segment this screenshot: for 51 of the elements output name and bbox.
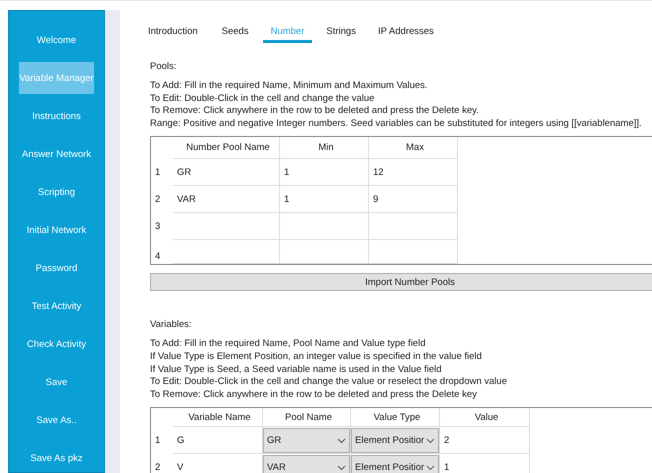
- instruction-text: To Edit: Double-Click in the cell and change the value: [150, 92, 376, 106]
- table-cell[interactable]: 1: [280, 186, 369, 214]
- tab[interactable]: Introduction: [140, 24, 206, 43]
- row-number: 1: [155, 435, 160, 446]
- chevron-down-icon: [337, 464, 346, 471]
- column-header: Pool Name: [263, 408, 351, 428]
- table-cell[interactable]: 2: [440, 427, 530, 454]
- row-number: 2: [155, 462, 160, 473]
- pool-dropdown[interactable]: VAR: [263, 455, 350, 473]
- value-type-dropdown[interactable]: Element Positior: [351, 428, 439, 454]
- instruction-text: To Remove: Click anywhere in the row to be deleted and press the Delete key.: [150, 105, 480, 118]
- table-cell[interactable]: [173, 213, 280, 240]
- column-header: Value Type: [351, 408, 440, 428]
- table-cell[interactable]: [280, 240, 369, 264]
- instruction-text: Range: Positive and negative Integer numbers. Seed variables can be substituted for integers using [[variablename]].: [150, 118, 643, 130]
- instruction-text: If Value Type is Seed, a Seed variable name is used in the Value field: [150, 364, 443, 376]
- tab[interactable]: Strings: [318, 24, 364, 43]
- section-heading: Variables:: [150, 319, 193, 330]
- pool-dropdown[interactable]: GR: [263, 428, 350, 454]
- row-number: 4: [155, 251, 160, 262]
- instruction-text: To Add: Fill in the required Name, Pool Name and Value type field: [150, 338, 426, 351]
- row-number: 1: [155, 167, 160, 178]
- tab[interactable]: Seeds: [214, 24, 257, 43]
- column-header: Number Pool Name: [173, 137, 280, 160]
- column-header: Variable Name: [173, 408, 263, 428]
- table-cell[interactable]: 1: [440, 454, 530, 473]
- table-cell[interactable]: [369, 213, 458, 240]
- table-cell[interactable]: 12: [369, 159, 458, 186]
- row-number: 3: [155, 221, 160, 232]
- table-cell[interactable]: VAR: [173, 186, 280, 214]
- column-header: Min: [280, 137, 369, 160]
- value-type-dropdown[interactable]: Element Positior: [351, 455, 439, 473]
- column-header: Max: [369, 137, 458, 160]
- tab[interactable]: IP Addresses: [370, 24, 442, 43]
- table-cell[interactable]: 9: [369, 186, 458, 214]
- instruction-text: If Value Type is Element Position, an integer value is specified in the value field: [150, 350, 483, 364]
- table-cell[interactable]: [173, 240, 280, 264]
- instruction-text: To Add: Fill in the required Name, Minimum and Maximum Values.: [150, 80, 429, 93]
- chevron-down-icon: [426, 464, 435, 471]
- import-button[interactable]: Import Number Pools: [150, 273, 652, 292]
- chevron-down-icon: [337, 438, 346, 444]
- table-cell[interactable]: [280, 213, 369, 240]
- row-number: 2: [155, 194, 160, 206]
- column-header: Value: [440, 408, 530, 428]
- table-cell[interactable]: [369, 240, 458, 264]
- section-heading: Pools:: [150, 61, 178, 72]
- instruction-text: To Remove: Click anywhere in the row to be deleted and press the Delete key: [150, 388, 478, 402]
- instruction-text: To Edit: Double-Click in the cell and change the value or reselect the dropdown value: [150, 376, 508, 389]
- table-cell[interactable]: 1: [280, 159, 369, 186]
- table-cell[interactable]: GR: [173, 159, 280, 186]
- chevron-down-icon: [426, 438, 435, 444]
